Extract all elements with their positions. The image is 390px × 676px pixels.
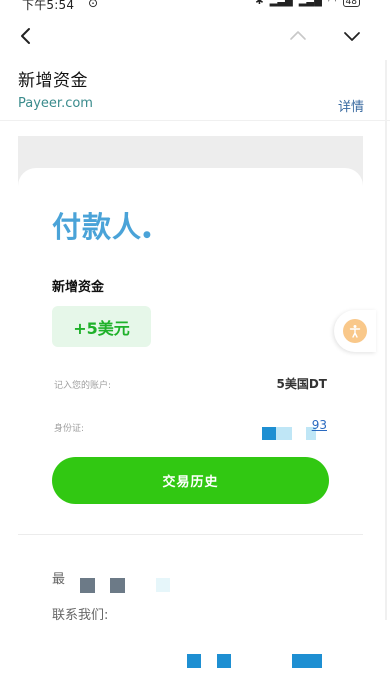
credited-label: 记入您的账户:: [54, 381, 112, 391]
header-divider: [0, 120, 390, 121]
redacted-block: [276, 427, 292, 440]
sender-row: Payeer.com 详情: [18, 96, 364, 115]
brand-dot: ●: [143, 230, 152, 240]
redacted-block: [217, 654, 231, 668]
chevron-left-icon[interactable]: [14, 24, 38, 48]
signal-icon: ▂▃▅: [269, 0, 293, 7]
brand-text: 付款人: [52, 210, 143, 244]
mail-header: 新增资金 Payeer.com 详情: [18, 66, 368, 115]
mail-subject: 新增资金: [18, 71, 88, 91]
bluetooth-icon: ✱: [255, 0, 264, 7]
card-title: 新增资金: [52, 280, 105, 295]
redacted-block: [187, 654, 201, 668]
credited-value: 5美国DT: [276, 377, 328, 391]
battery-icon: 48: [342, 0, 360, 7]
alarm-icon: ⊙: [88, 0, 99, 10]
redacted-block: [110, 578, 125, 593]
scrollbar[interactable]: [385, 60, 387, 620]
amount-badge: +5美元: [52, 306, 151, 347]
redacted-block: [292, 654, 322, 668]
email-card: 付款人● 新增资金 +5美元 记入您的账户: 5美国DT 身份证: 93 交易历…: [18, 168, 363, 676]
footer-recent-text: 最: [52, 572, 66, 587]
chevron-up-icon[interactable]: [286, 24, 310, 48]
id-value-link[interactable]: 93: [312, 418, 327, 432]
nav-bar: [0, 20, 390, 52]
accessibility-icon: [343, 319, 367, 343]
card-divider: [18, 534, 363, 535]
footer-fade: [18, 624, 363, 676]
chevron-down-icon[interactable]: [340, 24, 364, 48]
brand-logo: 付款人●: [52, 204, 152, 246]
signal-icon-2: ▂▃▅: [298, 0, 322, 7]
transaction-history-button[interactable]: 交易历史: [52, 457, 329, 504]
accessibility-float-button[interactable]: [334, 310, 376, 352]
status-time: 下午5:54: [22, 0, 75, 12]
status-bar: 下午5:54 ⊙ ✱ ▂▃▅ ▂▃▅ ◠ 48: [0, 0, 390, 14]
footer-contact-label: 联系我们:: [52, 608, 109, 623]
redacted-block: [80, 578, 95, 593]
redacted-block: [262, 427, 276, 440]
wifi-icon: ◠: [327, 0, 337, 7]
status-icons: ✱ ▂▃▅ ▂▃▅ ◠ 48: [255, 0, 360, 7]
redacted-block: [156, 578, 170, 592]
sender-name[interactable]: Payeer.com: [18, 96, 93, 115]
details-link[interactable]: 详情: [338, 96, 364, 115]
id-label: 身份证:: [54, 424, 85, 434]
